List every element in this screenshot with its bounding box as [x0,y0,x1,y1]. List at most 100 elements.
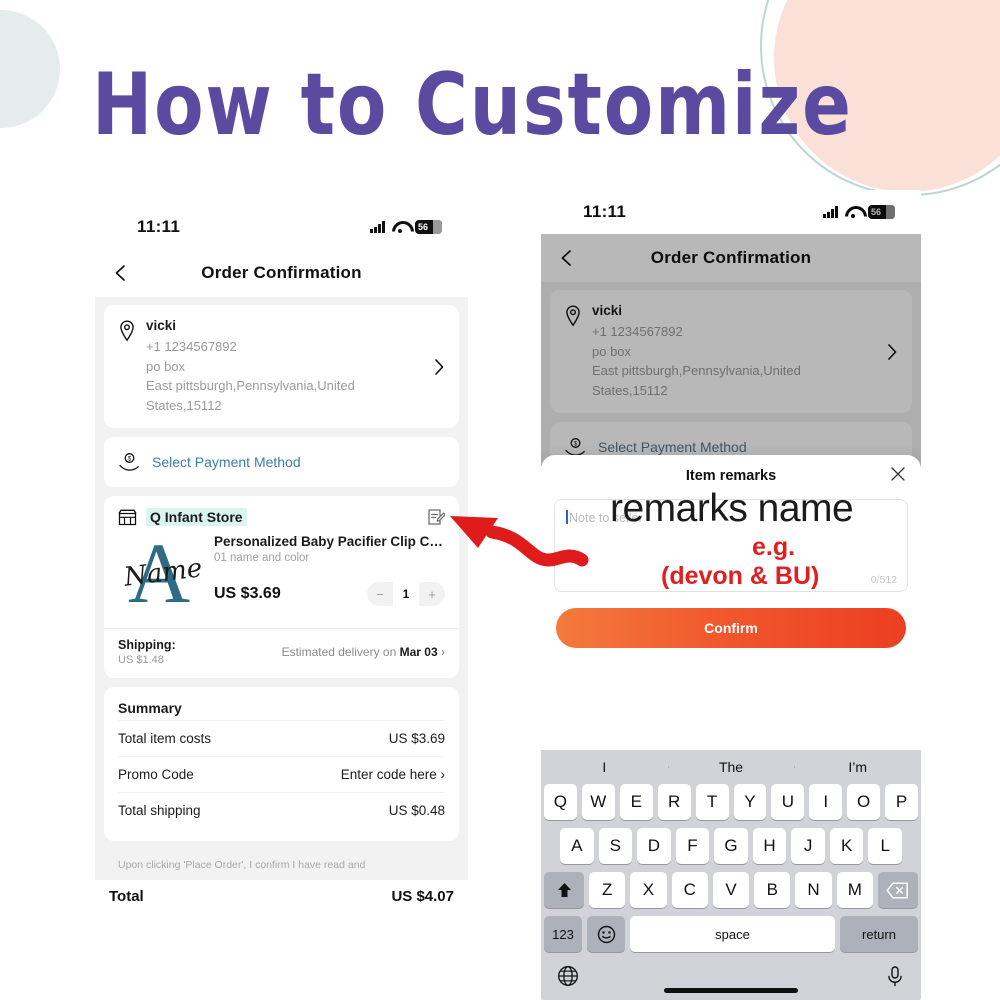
prediction-item[interactable]: I [541,759,668,775]
key-g[interactable]: G [714,828,748,864]
key-l[interactable]: L [868,828,903,864]
key-u[interactable]: U [771,784,805,820]
app-header-left: Order Confirmation [95,249,468,297]
key-j[interactable]: J [791,828,825,864]
promo-code-row[interactable]: Promo Code Enter code here › [118,756,445,792]
product-thumbnail: A Name [118,534,202,618]
decorative-circle-top-left [0,10,60,128]
curved-arrow-icon [450,516,589,567]
key-n[interactable]: N [795,872,832,908]
plus-icon[interactable]: + [419,582,445,606]
key-i[interactable]: I [809,784,843,820]
battery-icon: 56 [868,205,895,219]
location-pin-icon [118,320,136,342]
summary-row-label: Promo Code [118,767,194,782]
key-k[interactable]: K [829,828,864,864]
annotation-example: (devon & BU) [661,562,820,590]
shipping-row[interactable]: Shipping: US $1.48 Estimated delivery on… [104,628,459,678]
minus-icon[interactable]: − [367,582,393,606]
summary-row: Total shipping US $0.48 [118,792,445,828]
annotation-eg: e.g. [752,533,796,561]
total-label: Total [109,887,144,905]
delivery-estimate-date: Mar 03 [399,645,438,659]
shipping-label: Shipping: [118,638,176,652]
place-order-disclaimer: Upon clicking 'Place Order', I confirm I… [118,859,366,871]
key-v[interactable]: V [712,872,750,908]
address-line-3: States,15112 [592,382,668,398]
return-key[interactable]: return [840,916,918,952]
key-o[interactable]: O [847,784,881,820]
wifi-icon [845,206,861,218]
key-e[interactable]: E [619,784,653,820]
key-q[interactable]: Q [543,784,577,820]
key-x[interactable]: X [630,872,667,908]
storefront-icon [118,509,137,526]
key-r[interactable]: R [657,784,691,820]
phone-mockup-left: 11:11 56 Order Confirmation vicki +1 123… [95,205,468,905]
onscreen-keyboard: I The I’m Q W E R T Y U I O P A S D F G … [541,750,921,1000]
product-variant: 01 name and color [214,552,310,564]
key-y[interactable]: Y [733,784,767,820]
key-c[interactable]: C [671,872,708,908]
chevron-right-icon[interactable] [887,343,898,361]
sheet-title: Item remarks [685,468,777,484]
key-f[interactable]: F [675,828,710,864]
back-arrow-icon[interactable] [557,247,579,269]
keyboard-row-4: 123 space return [541,916,921,952]
shift-icon[interactable] [544,872,585,908]
key-w[interactable]: W [581,784,615,820]
backspace-icon[interactable] [877,872,918,908]
prediction-item[interactable]: I’m [794,759,921,775]
prediction-bar: I The I’m [541,750,921,784]
space-key[interactable]: space [630,916,835,952]
sheet-header: Item remarks [554,467,908,485]
address-name: vicki [146,318,177,333]
store-item-card: Q Infant Store A Name Personalized Baby … [104,496,459,678]
select-payment-method-row[interactable]: $ Select Payment Method [104,437,459,487]
keyboard-row-2: A S D F G H J K L [541,828,921,864]
summary-row-value: US $0.48 [388,803,445,818]
key-s[interactable]: S [598,828,633,864]
address-card[interactable]: vicki +1 1234567892 po box East pittsbur… [550,290,912,413]
back-arrow-icon[interactable] [111,262,133,284]
summary-row-label: Total item costs [118,731,212,746]
store-name: Q Infant Store [146,508,247,526]
quantity-stepper[interactable]: − 1 + [367,582,445,606]
prediction-item[interactable]: The [667,759,795,775]
product-price: US $3.69 [214,585,281,602]
summary-card: Summary Total item costs US $3.69 Promo … [104,687,459,841]
key-h[interactable]: H [752,828,787,864]
order-item-row[interactable]: A Name Personalized Baby Pacifier Clip C… [118,532,445,628]
annotation-remarks-name: remarks name [610,487,854,530]
store-header[interactable]: Q Infant Store [118,508,446,526]
address-line-1: po box [592,343,632,359]
close-icon[interactable] [890,466,906,482]
key-t[interactable]: T [695,784,729,820]
select-payment-method-label: Select Payment Method [598,439,747,455]
emoji-icon[interactable] [587,916,625,952]
numbers-key[interactable]: 123 [544,916,582,952]
payment-hand-coin-icon: $ [564,437,586,457]
key-b[interactable]: B [754,872,791,908]
total-value: US $4.07 [391,887,454,905]
key-m[interactable]: M [836,872,873,908]
confirm-button[interactable]: Confirm [556,608,906,648]
location-pin-icon [564,305,582,327]
status-bar-right: 11:11 56 [541,190,921,234]
character-counter: 0/512 [870,574,897,586]
delivery-estimate: Estimated delivery on Mar 03 › [281,645,445,659]
key-d[interactable]: D [637,828,671,864]
microphone-icon[interactable] [885,965,905,992]
product-title: Personalized Baby Pacifier Clip Custo… [214,534,445,549]
address-card[interactable]: vicki +1 1234567892 po box East pittsbur… [104,305,459,428]
key-a[interactable]: A [559,828,594,864]
chevron-right-icon[interactable] [434,358,445,376]
key-p[interactable]: P [885,784,919,820]
globe-icon[interactable] [557,965,579,992]
order-confirmation-body: vicki +1 1234567892 po box East pittsbur… [95,297,468,880]
page-title: How to Customize [92,55,853,155]
status-icon-group: 56 [370,220,442,234]
home-indicator [664,988,798,993]
app-title: Order Confirmation [201,263,362,282]
key-z[interactable]: Z [589,872,626,908]
